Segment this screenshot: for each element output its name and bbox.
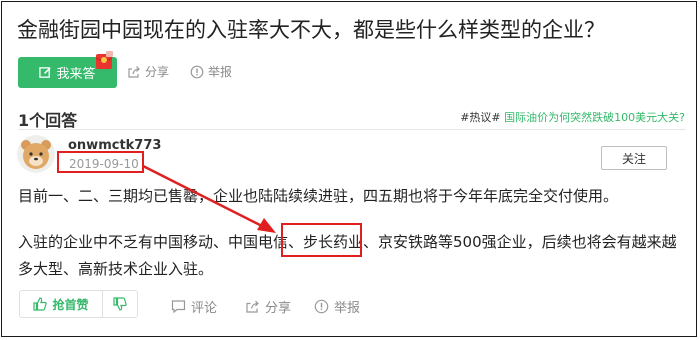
thumbs-down-icon xyxy=(113,297,127,311)
answer-paragraph-1: 目前一、二、三期均已售罄，企业也陆陆续续进驻，四五期也将于今年年底完全交付使用。 xyxy=(18,187,619,205)
hot-tag: #热议# xyxy=(460,111,501,124)
share-question-button[interactable]: 分享 xyxy=(127,63,169,80)
avatar[interactable] xyxy=(17,135,55,173)
red-packet-icon xyxy=(94,51,114,71)
comment-label: 评论 xyxy=(191,301,218,316)
company-highlight-box xyxy=(281,223,362,257)
upvote-label: 抢首赞 xyxy=(52,297,89,312)
thumbs-up-icon xyxy=(33,297,48,311)
divider xyxy=(18,129,686,130)
edit-icon xyxy=(39,66,52,79)
hot-topic-text: 国际油价为何突然跌破100美元大关? xyxy=(504,111,685,124)
downvote-button[interactable] xyxy=(103,291,137,317)
share-icon xyxy=(246,300,259,313)
share-label: 分享 xyxy=(145,65,170,79)
comment-button[interactable]: 评论 xyxy=(171,297,217,316)
report-answer-button[interactable]: 举报 xyxy=(314,297,360,316)
answer-button-label: 我来答 xyxy=(56,67,96,82)
question-title: 金融街园中园现在的入驻率大不大，都是些什么样类型的企业？ xyxy=(17,18,605,42)
answer-paragraph-2-line-2: 多大型、高新技术企业入驻。 xyxy=(18,260,214,278)
upvote-button[interactable]: 抢首赞 xyxy=(20,291,103,317)
report-answer-label: 举报 xyxy=(334,301,361,316)
hot-topic-link[interactable]: #热议# 国际油价为何突然跌破100美元大关? xyxy=(460,109,685,125)
date-highlight-box xyxy=(57,151,144,173)
answer-count: 1个回答 xyxy=(18,111,78,130)
comment-icon xyxy=(171,300,186,314)
share-answer-label: 分享 xyxy=(265,301,292,316)
share-answer-button[interactable]: 分享 xyxy=(245,297,291,316)
share-icon xyxy=(128,65,140,78)
vote-group: 抢首赞 xyxy=(19,290,138,318)
report-label: 举报 xyxy=(208,65,233,79)
report-question-button[interactable]: 举报 xyxy=(190,63,232,80)
follow-button[interactable]: 关注 xyxy=(601,146,667,170)
report-icon xyxy=(190,65,204,78)
report-icon xyxy=(314,299,329,314)
